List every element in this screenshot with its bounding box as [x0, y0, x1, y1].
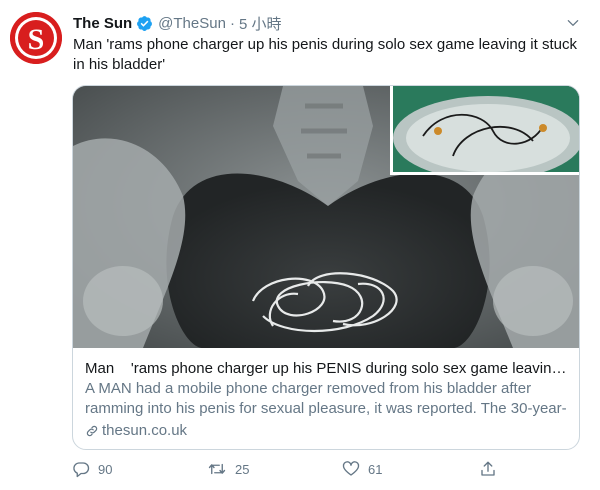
tweet[interactable]: S The Sun @TheSun · 5 小時 Man 'rams phone…: [0, 0, 600, 490]
like-count: 61: [368, 461, 383, 477]
tweet-text: Man 'rams phone charger up his penis dur…: [73, 36, 577, 73]
share-icon: [481, 461, 495, 476]
tweet-timestamp[interactable]: 5 小時: [239, 13, 282, 34]
retweet-count: 25: [235, 461, 250, 477]
card-domain-text: thesun.co.uk: [102, 422, 188, 439]
like-button[interactable]: 61: [342, 460, 382, 478]
inset-photo: [390, 86, 579, 175]
account-name[interactable]: The Sun: [73, 15, 132, 32]
header-separator: ·: [229, 14, 235, 32]
card-title[interactable]: Man 'rams phone charger up his PENIS dur…: [85, 359, 569, 379]
verified-badge-icon: [136, 15, 153, 32]
link-icon: [85, 424, 99, 438]
retweet-button[interactable]: 25: [207, 460, 249, 478]
reply-button[interactable]: 90: [72, 460, 112, 478]
svg-text:S: S: [28, 23, 45, 56]
retweet-icon: [208, 463, 226, 475]
extracted-charger-photo: [393, 86, 579, 172]
card-body: Man 'rams phone charger up his PENIS dur…: [73, 349, 579, 439]
tweet-header: The Sun @TheSun · 5 小時: [73, 12, 281, 34]
card-image[interactable]: [73, 86, 579, 348]
card-domain[interactable]: thesun.co.uk: [85, 422, 569, 439]
chevron-down-icon[interactable]: [566, 16, 580, 35]
reply-count: 90: [98, 461, 113, 477]
account-handle[interactable]: @TheSun: [158, 15, 226, 32]
tweet-actions: 90 25 61: [72, 460, 512, 480]
reply-icon: [73, 462, 90, 478]
heart-icon: [342, 461, 360, 476]
card-description: A MAN had a mobile phone charger removed…: [85, 380, 567, 417]
share-button[interactable]: [479, 460, 505, 478]
the-sun-logo: S: [10, 12, 62, 64]
link-card[interactable]: Man 'rams phone charger up his PENIS dur…: [72, 85, 580, 450]
avatar[interactable]: S: [10, 12, 62, 64]
